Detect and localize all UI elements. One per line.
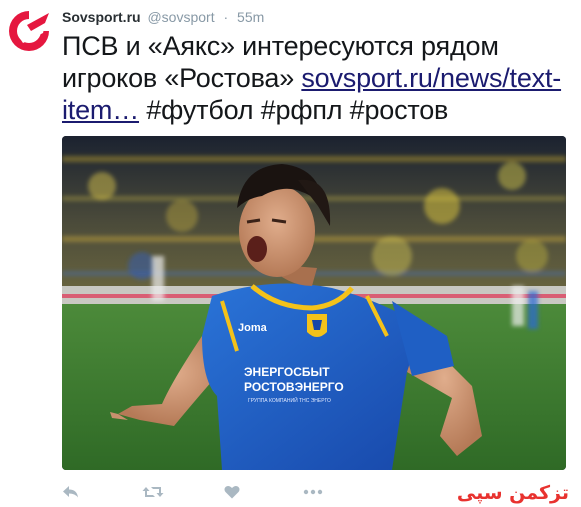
kit-brand: Joma — [238, 322, 268, 334]
more-button[interactable] — [303, 482, 323, 502]
kit-sponsor-line2: РОСТОВЭНЕРГО — [244, 380, 344, 394]
heart-icon — [224, 485, 240, 499]
kit-sponsor-line1: ЭНЕРГОСБЫТ — [244, 365, 330, 379]
like-button[interactable] — [224, 482, 240, 502]
account-handle[interactable]: @sovsport — [147, 9, 214, 25]
tweet-actions — [62, 478, 362, 504]
hashtag-rostov[interactable]: #ростов — [350, 95, 449, 125]
retweet-icon — [142, 487, 164, 497]
avatar[interactable] — [5, 7, 53, 55]
watermark: تزکمن سپی — [456, 482, 569, 504]
reply-icon — [63, 486, 78, 498]
sovsport-logo-icon — [5, 7, 53, 55]
tweet-text: ПСВ и «Аякс» интересуются рядом игроков … — [62, 30, 572, 126]
tweet-timestamp[interactable]: 55m — [237, 9, 264, 25]
tweet: Sovsport.ru @sovsport · 55m ПСВ и «Аякс»… — [0, 0, 581, 507]
retweet-button[interactable] — [142, 482, 164, 502]
reply-button[interactable] — [62, 482, 80, 502]
hashtag-rfpl[interactable]: #рфпл — [261, 95, 343, 125]
tweet-photo[interactable]: Joma ЭНЕРГОСБЫТ РОСТОВЭНЕРГО ГРУППА КОМП… — [62, 136, 566, 470]
account-name[interactable]: Sovsport.ru — [62, 9, 141, 25]
more-icon — [303, 489, 323, 495]
hashtag-football[interactable]: #футбол — [146, 95, 253, 125]
photo-scene: Joma ЭНЕРГОСБЫТ РОСТОВЭНЕРГО ГРУППА КОМП… — [62, 136, 566, 470]
header-separator: · — [223, 9, 229, 25]
kit-sponsor-small: ГРУППА КОМПАНИЙ ТНС ЭНЕРГО — [248, 396, 331, 404]
tweet-header: Sovsport.ru @sovsport · 55m — [62, 8, 264, 26]
